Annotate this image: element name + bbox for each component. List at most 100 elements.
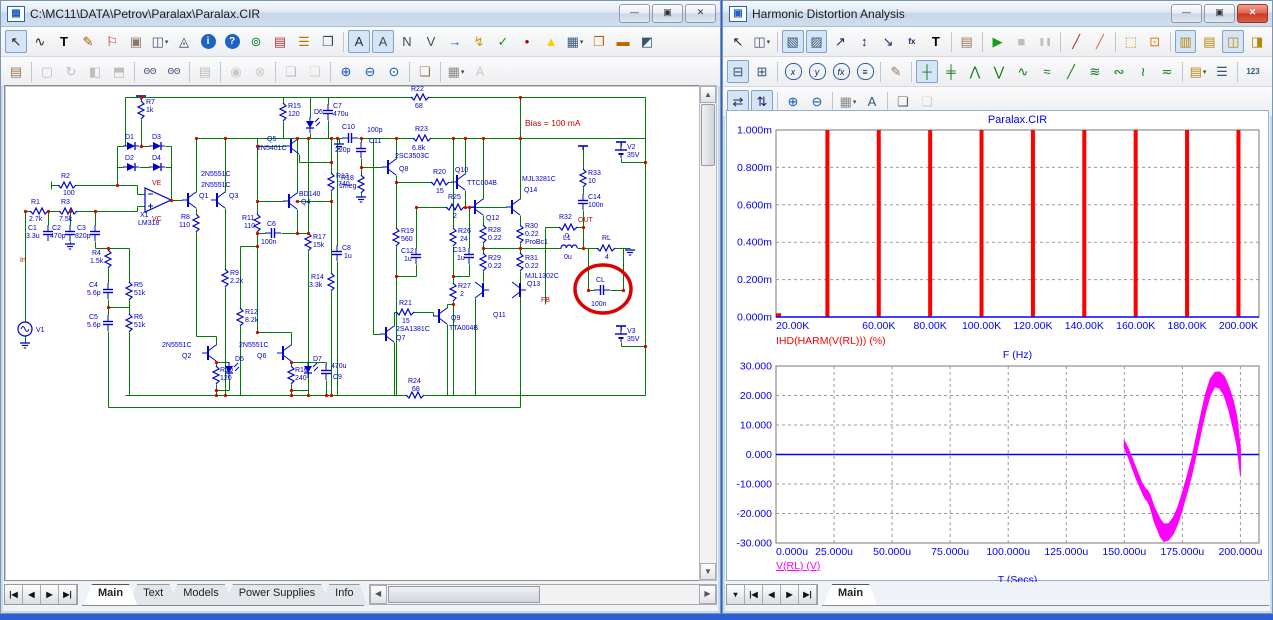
link-mode-icon[interactable]: ⊚ bbox=[245, 30, 267, 53]
select-region-icon[interactable]: ⬚ bbox=[1120, 30, 1142, 53]
slope-icon[interactable]: ╱ bbox=[1060, 60, 1082, 83]
close-button[interactable]: ✕ bbox=[1237, 4, 1268, 23]
cursor-both-icon[interactable]: ╪ bbox=[940, 60, 962, 83]
text-mode-icon[interactable]: T bbox=[53, 30, 75, 53]
tab-nav-button-4[interactable]: ▶| bbox=[799, 585, 817, 604]
power-toggle-icon[interactable]: ↯ bbox=[468, 30, 490, 53]
dropdown-arrow-icon[interactable]: ▾ bbox=[165, 38, 169, 46]
picture-mode-icon[interactable]: ▣ bbox=[125, 30, 147, 53]
tab-nav-button-3[interactable]: ▶ bbox=[781, 585, 799, 604]
region-enable-mode-icon[interactable]: ◬ bbox=[173, 30, 195, 53]
tab-nav-button-2[interactable]: ◀ bbox=[763, 585, 781, 604]
envelope-icon[interactable]: ≈ bbox=[1036, 60, 1058, 83]
cross-hair-toggle-icon[interactable]: ◩ bbox=[636, 30, 658, 53]
numeric-output-icon[interactable]: ☰ bbox=[1211, 60, 1233, 83]
page-border-toggle-icon[interactable]: ❐ bbox=[588, 30, 610, 53]
edit-plot-icon[interactable]: ✎ bbox=[885, 60, 907, 83]
analysis-plots[interactable]: Paralax.CIR1.000m0.800m0.600m0.400m0.200… bbox=[726, 110, 1269, 581]
graphics-mode-icon[interactable]: ✎ bbox=[77, 30, 99, 53]
zoom-100-icon[interactable]: ⊙ bbox=[383, 60, 405, 83]
scroll-up-button[interactable]: ▲ bbox=[700, 86, 716, 103]
node-voltages-toggle-icon[interactable]: V bbox=[420, 30, 442, 53]
inflection-icon[interactable]: ≋ bbox=[1084, 60, 1106, 83]
grid-panels-icon[interactable]: ⊞ bbox=[751, 60, 773, 83]
scroll-left-button[interactable]: ◀ bbox=[370, 585, 387, 604]
scroll-right-button[interactable]: ▶ bbox=[699, 585, 716, 604]
title-block-toggle-icon[interactable]: ▬ bbox=[612, 30, 634, 53]
panel-split-left-icon[interactable]: ◫ bbox=[1222, 30, 1244, 53]
attribute-text-toggle-icon[interactable]: A bbox=[348, 30, 370, 53]
tab-nav-button-0[interactable]: |◀ bbox=[5, 585, 23, 604]
minimize-button[interactable]: — bbox=[1171, 4, 1202, 23]
text-mode-icon[interactable]: T bbox=[925, 30, 947, 53]
tab-main[interactable]: Main bbox=[84, 584, 137, 605]
model-check-icon[interactable]: ▤ bbox=[269, 30, 291, 53]
component-select-icon[interactable]: ◫▾ bbox=[149, 30, 171, 53]
tab-info[interactable]: Info bbox=[321, 584, 367, 605]
cursor-lines-icon[interactable]: ┼ bbox=[916, 60, 938, 83]
run-icon[interactable]: ▶ bbox=[987, 30, 1009, 53]
flag-mode-icon[interactable]: ⚐ bbox=[101, 30, 123, 53]
find-icon[interactable]: ΘΘ bbox=[139, 60, 161, 83]
hscroll-thumb[interactable] bbox=[388, 586, 540, 603]
scroll-down-button[interactable]: ▼ bbox=[700, 563, 716, 580]
page-copy-icon[interactable]: ❏ bbox=[414, 60, 436, 83]
tab-text[interactable]: Text bbox=[129, 584, 177, 605]
bus-mode-icon[interactable]: ☰ bbox=[293, 30, 315, 53]
close-button[interactable]: ✕ bbox=[685, 4, 716, 23]
grid-snap-icon[interactable]: ▦▾ bbox=[445, 60, 467, 83]
point-tag-mode-icon[interactable]: ↗ bbox=[829, 30, 851, 53]
dropdown-arrow-icon[interactable]: ▾ bbox=[767, 38, 771, 46]
warnings-toggle-icon[interactable]: ▲ bbox=[540, 30, 562, 53]
peak-icon[interactable]: ⋀ bbox=[964, 60, 986, 83]
data-points-icon[interactable]: ╱ bbox=[1065, 30, 1087, 53]
calculator-icon[interactable]: 123 bbox=[1242, 60, 1264, 83]
select-tool-icon[interactable]: ↖ bbox=[5, 30, 27, 53]
formula-settings-icon[interactable]: fx bbox=[830, 60, 852, 83]
y-axis-settings-icon[interactable]: y bbox=[806, 60, 828, 83]
cursor-mode-icon[interactable]: ▨ bbox=[806, 30, 828, 53]
scale-mode-icon[interactable]: ▧ bbox=[782, 30, 804, 53]
global-low-icon[interactable]: ≀ bbox=[1132, 60, 1154, 83]
node-numbers-toggle-icon[interactable]: N bbox=[396, 30, 418, 53]
panel-stripes-vertical-icon[interactable]: ▥ bbox=[1175, 30, 1197, 53]
wave-icon[interactable]: ∿ bbox=[1012, 60, 1034, 83]
dropdown-arrow-icon[interactable]: ▾ bbox=[853, 98, 857, 106]
zoom-region-icon[interactable]: ⊡ bbox=[1144, 30, 1166, 53]
x-axis-settings-icon[interactable]: x bbox=[782, 60, 804, 83]
schematic-vertical-scrollbar[interactable]: ▲ ▼ bbox=[699, 85, 717, 581]
conditions-toggle-icon[interactable]: ✓ bbox=[492, 30, 514, 53]
analysis-titlebar[interactable]: ▣ Harmonic Distortion Analysis —▣✕ bbox=[723, 1, 1272, 27]
schematic-titlebar[interactable]: ▦ C:\MC11\DATA\Petrov\Paralax\Paralax.CI… bbox=[1, 1, 720, 27]
tab-nav-button-2[interactable]: ▶ bbox=[41, 585, 59, 604]
formula-text-mode-icon[interactable]: fx bbox=[901, 30, 923, 53]
tab-nav-button-1[interactable]: ◀ bbox=[23, 585, 41, 604]
dropdown-arrow-icon[interactable]: ▾ bbox=[461, 68, 465, 76]
global-high-icon[interactable]: ∾ bbox=[1108, 60, 1130, 83]
stats-icon[interactable]: ≂ bbox=[1156, 60, 1178, 83]
schematic-horizontal-scrollbar[interactable]: ◀ ▶ bbox=[369, 584, 717, 605]
tab-nav-button-1[interactable]: |◀ bbox=[745, 585, 763, 604]
tab-nav-button-0[interactable]: ▾ bbox=[727, 585, 745, 604]
panel-stripes-horizontal-icon[interactable]: ▤ bbox=[1198, 30, 1220, 53]
tab-nav-button-3[interactable]: ▶| bbox=[59, 585, 77, 604]
maximize-button[interactable]: ▣ bbox=[1204, 4, 1235, 23]
horizontal-tag-mode-icon[interactable]: ↘ bbox=[877, 30, 899, 53]
grid-toggle-icon[interactable]: ▦▾ bbox=[564, 30, 586, 53]
schematic-canvas[interactable]: R71kD1D3D2D4R2100R12.7kR37.5kC13.3uC2470… bbox=[4, 85, 701, 581]
valley-icon[interactable]: ⋁ bbox=[988, 60, 1010, 83]
component-select-icon[interactable]: ◫▾ bbox=[751, 30, 773, 53]
info-mode-icon[interactable]: i bbox=[197, 30, 219, 53]
maximize-button[interactable]: ▣ bbox=[652, 4, 683, 23]
panel-split-right-icon[interactable]: ◨ bbox=[1246, 30, 1268, 53]
scroll-thumb[interactable] bbox=[701, 104, 715, 166]
help-mode-icon[interactable]: ? bbox=[221, 30, 243, 53]
step-wizard-icon[interactable]: ❐ bbox=[317, 30, 339, 53]
list-settings-icon[interactable]: ≡ bbox=[854, 60, 876, 83]
attributes-dialog-icon[interactable]: ▤ bbox=[5, 60, 27, 83]
find-next-icon[interactable]: ΘΘ bbox=[163, 60, 185, 83]
pin-connections-toggle-icon[interactable]: • bbox=[516, 30, 538, 53]
node-names-toggle-icon[interactable]: A bbox=[372, 30, 394, 53]
properties-icon[interactable]: ▤ bbox=[956, 30, 978, 53]
dropdown-arrow-icon[interactable]: ▾ bbox=[580, 38, 584, 46]
